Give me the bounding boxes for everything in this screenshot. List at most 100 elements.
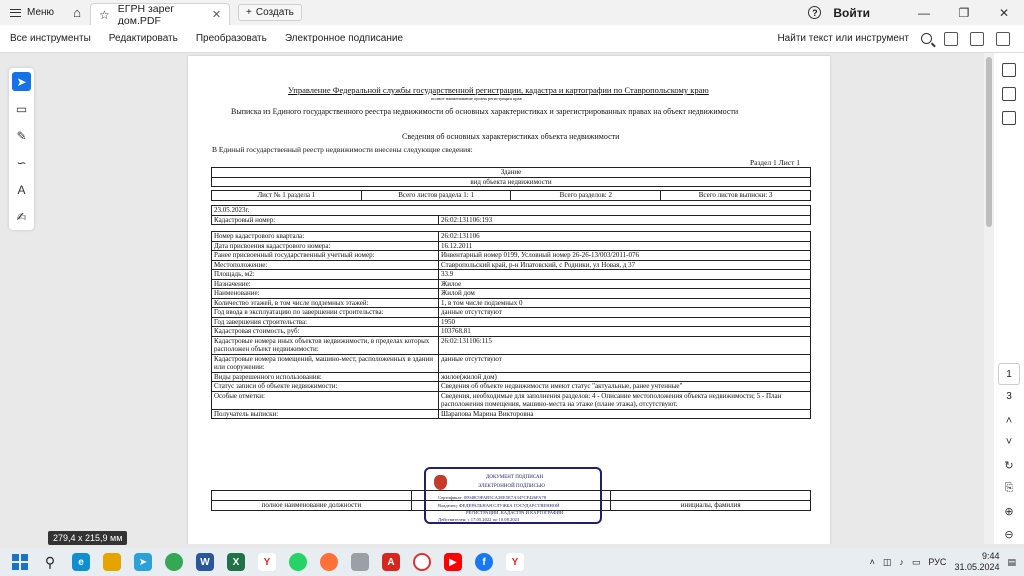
characteristic-row: Наименование: Жилой дом — [211, 288, 811, 299]
tray-chevron-icon[interactable]: ˄ — [870, 557, 875, 567]
plus-icon: + — [246, 7, 252, 18]
sheet-cell: Лист № 1 раздела 1 — [211, 190, 362, 201]
page-number-input[interactable]: 1 — [998, 363, 1020, 385]
file-explorer-icon[interactable] — [103, 553, 121, 571]
search-icon[interactable] — [921, 33, 932, 44]
network-icon[interactable]: ◫ — [883, 557, 892, 568]
star-icon[interactable]: ☆ — [99, 8, 110, 22]
zoom-out-icon[interactable]: ⊖ — [994, 528, 1024, 541]
doc-title: Выписка из Единого государственного реес… — [231, 107, 739, 116]
characteristic-value: жилое(жилой дом) — [438, 371, 811, 382]
chrome-icon[interactable] — [165, 553, 183, 571]
object-type-sub: вид объекта недвижимости — [211, 176, 811, 187]
edge-browser-icon[interactable]: e — [72, 553, 90, 571]
characteristic-label: Площадь, м2: — [211, 269, 439, 280]
search-tools-label[interactable]: Найти текст или инструмент — [777, 33, 909, 44]
save-icon[interactable] — [944, 31, 958, 46]
characteristic-value: Жилое — [438, 278, 811, 289]
help-icon[interactable]: ? — [808, 6, 822, 19]
footer-initials: инициалы, фамилия — [610, 500, 811, 511]
document-viewport[interactable]: Управление Федеральной службы государств… — [40, 53, 984, 544]
hamburger-icon — [10, 8, 21, 17]
characteristic-row: Площадь, м2: 33.9 — [211, 269, 811, 280]
characteristic-row: Назначение: Жилое — [211, 278, 811, 289]
share-icon[interactable] — [996, 31, 1010, 46]
taskbar: ⚲ e ➤ W X Y A ▶ f Y ˄ ◫ ♪ ▭ РУС 9:44 31.… — [0, 548, 1024, 576]
pdf-page: Управление Федеральной службы государств… — [188, 56, 830, 544]
characteristic-label: Назначение: — [211, 278, 439, 289]
excel-icon[interactable]: X — [227, 553, 245, 571]
cadastral-value: 26:02:131106:193 — [438, 214, 811, 225]
battery-icon[interactable]: ▭ — [912, 557, 921, 568]
new-tab-button[interactable]: + Создать — [238, 4, 302, 21]
print-icon[interactable] — [970, 31, 984, 46]
bookmarks-icon[interactable] — [1002, 87, 1016, 101]
app-circle-icon[interactable] — [413, 553, 431, 571]
yandex-browser-icon[interactable]: Y — [506, 553, 524, 571]
youtube-icon[interactable]: ▶ — [444, 553, 462, 571]
characteristic-row: Год завершения строительства: 1950 — [211, 316, 811, 327]
characteristic-row: Номер кадастрового квартала: 26:02:131106 — [211, 231, 811, 242]
toolbar-convert[interactable]: Преобразовать — [188, 33, 275, 44]
minimize-button[interactable]: — — [904, 0, 944, 25]
yandex-icon[interactable]: Y — [258, 553, 276, 571]
sign-pen-icon[interactable]: ✍ — [12, 207, 31, 226]
close-tab-icon[interactable]: ✕ — [212, 8, 221, 21]
clock[interactable]: 9:44 31.05.2024 — [954, 551, 999, 573]
page-up-icon[interactable]: ˄ — [994, 415, 1024, 427]
tab-document[interactable]: ☆ ЕГРН зарег дом.PDF ✕ — [90, 3, 231, 27]
stamp-valid: Действителен: с 17.05.2022 по 10.08.2023 — [438, 517, 520, 522]
characteristic-value: 103768.81 — [438, 326, 811, 337]
characteristic-label: Номер кадастрового квартала: — [211, 231, 439, 242]
whatsapp-icon[interactable] — [289, 553, 307, 571]
language-indicator[interactable]: РУС — [928, 557, 946, 567]
characteristic-row: Получатель выписки: Шарапова Марина Викто… — [211, 408, 811, 419]
characteristic-row: Кадастровая стоимость, руб: 103768.81 — [211, 326, 811, 337]
add-comment-icon[interactable]: ▭ — [12, 99, 31, 118]
draw-freehand-icon[interactable]: ∽ — [12, 153, 31, 172]
highlight-pen-icon[interactable]: ✎ — [12, 126, 31, 145]
telegram-icon[interactable]: ➤ — [134, 553, 152, 571]
characteristic-value: Сведения, необходимые для заполнения раз… — [438, 390, 811, 410]
toolbar-e-sign[interactable]: Электронное подписание — [277, 33, 411, 44]
word-icon[interactable]: W — [196, 553, 214, 571]
acrobat-icon[interactable]: A — [382, 553, 400, 571]
sheet-cell: Всего разделов: 2 — [510, 190, 662, 201]
vertical-scrollbar[interactable] — [984, 53, 994, 544]
facebook-icon[interactable]: f — [475, 553, 493, 571]
characteristic-row: Особые отметки: Сведения, необходимые для… — [211, 390, 811, 410]
zoom-in-icon[interactable]: ⊕ — [994, 505, 1024, 518]
app-icon[interactable] — [351, 553, 369, 571]
characteristic-row: Кадастровые номера иных объектов недвижи… — [211, 335, 811, 355]
doc-intro: В Единый государственный реестр недвижим… — [212, 145, 473, 154]
characteristic-label: Дата присвоения кадастрового номера: — [211, 240, 439, 251]
search-taskbar-icon[interactable]: ⚲ — [41, 553, 59, 571]
left-toolbar: ➤ ▭ ✎ ∽ A ✍ — [9, 68, 34, 230]
comments-icon[interactable] — [1002, 63, 1016, 77]
rotate-icon[interactable]: ↻ — [994, 459, 1024, 472]
page-down-icon[interactable]: ˅ — [994, 436, 1024, 448]
e-signature-stamp: ДОКУМЕНТ ПОДПИСАН ЭЛЕКТРОННОЙ ПОДПИСЬЮ С… — [424, 467, 602, 524]
pages-icon[interactable] — [1002, 111, 1016, 125]
select-cursor-icon[interactable]: ➤ — [12, 72, 31, 91]
toolbar-all-tools[interactable]: Все инструменты — [2, 33, 99, 44]
close-window-button[interactable]: ✕ — [984, 0, 1024, 25]
toolbar-edit[interactable]: Редактировать — [101, 33, 186, 44]
date-table: 23.05.2023г. Кадастровый номер: 26:02:13… — [211, 205, 811, 225]
windows-start-icon[interactable] — [12, 554, 28, 570]
text-box-icon[interactable]: A — [12, 180, 31, 199]
volume-icon[interactable]: ♪ — [899, 557, 904, 567]
home-icon[interactable]: ⌂ — [64, 0, 90, 25]
extract-page-icon[interactable]: ⎘ — [994, 482, 1024, 495]
characteristic-label: Год завершения строительства: — [211, 316, 439, 327]
signin-button[interactable]: Войти — [833, 6, 870, 20]
doc-section-ref: Раздел 1 Лист 1 — [749, 158, 800, 167]
characteristic-label: Год ввода в эксплуатацию по завершении с… — [211, 307, 439, 318]
scroll-thumb[interactable] — [986, 57, 992, 227]
menu-button[interactable]: Меню — [0, 0, 64, 25]
firefox-icon[interactable] — [320, 553, 338, 571]
maximize-button[interactable]: ❐ — [944, 0, 984, 25]
notifications-icon[interactable]: ▤ — [1007, 557, 1016, 568]
characteristic-row: Количество этажей, в том числе подземных… — [211, 297, 811, 308]
stamp-line1: ДОКУМЕНТ ПОДПИСАН — [486, 475, 544, 480]
